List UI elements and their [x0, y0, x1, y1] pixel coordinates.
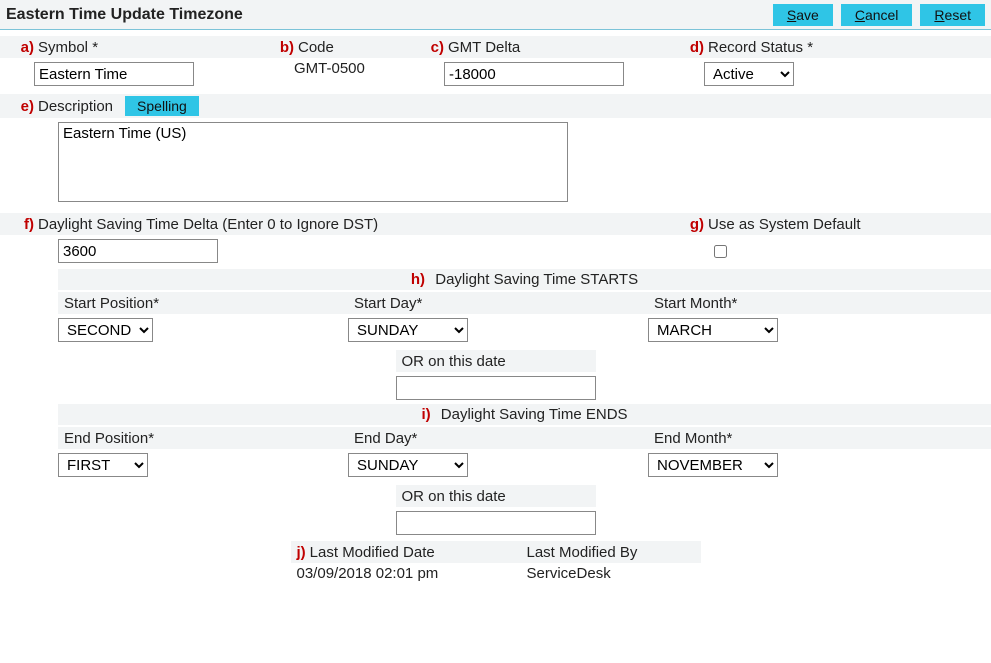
marker-f: f)	[6, 216, 34, 233]
cancel-button[interactable]: Cancel	[841, 4, 913, 26]
marker-a: a)	[6, 39, 34, 56]
titlebar: Eastern Time Update Timezone Save Cancel…	[0, 0, 991, 30]
start-day-select[interactable]: SUNDAY	[348, 318, 468, 342]
last-mod-date-value: 03/09/2018 02:01 pm	[291, 563, 521, 584]
marker-j: j)	[297, 544, 306, 561]
start-position-select[interactable]: SECOND	[58, 318, 153, 342]
dst-ends-header: i) Daylight Saving Time ENDS	[58, 404, 991, 425]
start-day-label: Start Day	[348, 292, 648, 314]
description-label: e) Description Spelling	[0, 94, 991, 118]
reset-button[interactable]: Reset	[920, 4, 985, 26]
recordstatus-select[interactable]: Active	[704, 62, 794, 86]
sysdefault-checkbox[interactable]	[714, 245, 727, 258]
dst-starts-header: h) Daylight Saving Time STARTS	[58, 269, 991, 290]
end-month-label: End Month	[648, 427, 991, 449]
code-value: GMT-0500	[260, 58, 410, 79]
end-month-select[interactable]: NOVEMBER	[648, 453, 778, 477]
end-day-select[interactable]: SUNDAY	[348, 453, 468, 477]
marker-g: g)	[676, 216, 704, 233]
page-title: Eastern Time Update Timezone	[6, 6, 243, 24]
marker-b: b)	[266, 39, 294, 56]
dstdelta-input[interactable]	[58, 239, 218, 263]
form-area: a) Symbol b) Code GMT-0500 c) GMT Delta	[0, 30, 991, 594]
last-mod-by-label: Last Modified By	[521, 541, 701, 563]
last-mod-by-value: ServiceDesk	[521, 563, 701, 584]
dstdelta-label: f) Daylight Saving Time Delta (Enter 0 t…	[0, 213, 670, 235]
gmtdelta-label: c) GMT Delta	[410, 36, 670, 58]
end-or-date-input[interactable]	[396, 511, 596, 535]
save-button[interactable]: Save	[773, 4, 833, 26]
start-or-date-label: OR on this date	[396, 350, 596, 372]
start-month-select[interactable]: MARCH	[648, 318, 778, 342]
start-month-label: Start Month	[648, 292, 991, 314]
symbol-label: a) Symbol	[0, 36, 260, 58]
marker-i: i)	[421, 406, 430, 423]
code-label: b) Code	[260, 36, 410, 58]
end-position-select[interactable]: FIRST	[58, 453, 148, 477]
end-day-label: End Day	[348, 427, 648, 449]
marker-c: c)	[416, 39, 444, 56]
spelling-button[interactable]: Spelling	[125, 96, 199, 116]
end-or-date-label: OR on this date	[396, 485, 596, 507]
marker-h: h)	[411, 271, 425, 288]
recordstatus-label: d) Record Status	[670, 36, 991, 58]
marker-e: e)	[6, 98, 34, 115]
gmtdelta-input[interactable]	[444, 62, 624, 86]
end-position-label: End Position	[58, 427, 348, 449]
start-or-date-input[interactable]	[396, 376, 596, 400]
sysdefault-label: g) Use as System Default	[670, 213, 991, 235]
symbol-input[interactable]	[34, 62, 194, 86]
start-position-label: Start Position	[58, 292, 348, 314]
description-textarea[interactable]	[58, 122, 568, 202]
marker-d: d)	[676, 39, 704, 56]
last-mod-date-label: j) Last Modified Date	[291, 541, 521, 563]
